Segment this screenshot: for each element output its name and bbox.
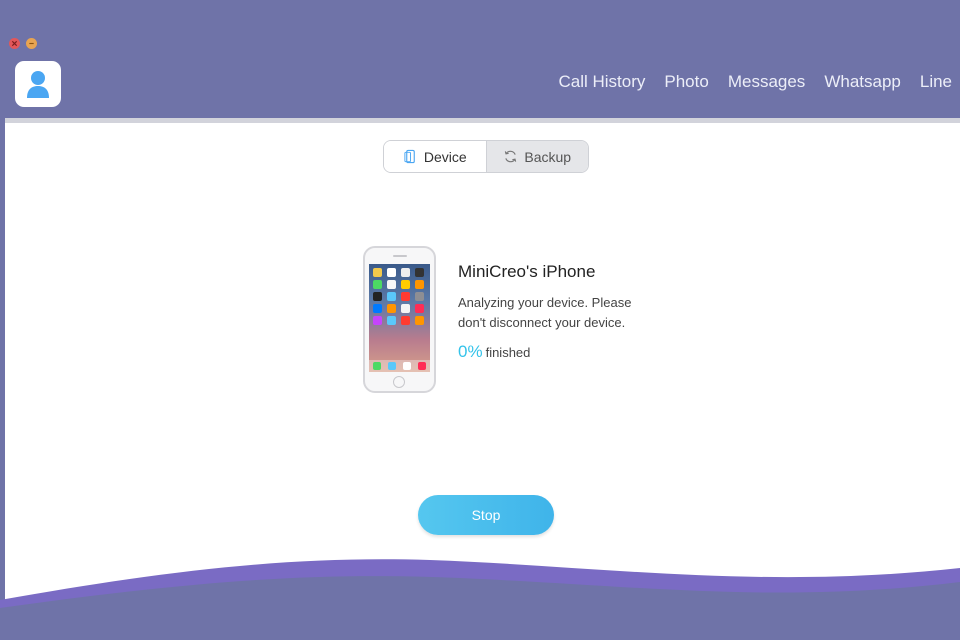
status-message: Analyzing your device. Please don't disc…: [458, 293, 658, 333]
window-controls: [9, 38, 37, 49]
stop-button[interactable]: Stop: [418, 495, 554, 535]
phone-dock: [369, 360, 430, 372]
tab-device-label: Device: [423, 148, 467, 165]
iphone-illustration: [363, 246, 436, 393]
mode-toggle: Device Backup: [383, 140, 589, 173]
nav-messages[interactable]: Messages: [728, 72, 805, 92]
nav-call-history[interactable]: Call History: [558, 72, 645, 92]
minimize-icon: [29, 42, 34, 45]
nav-line[interactable]: Line: [920, 72, 952, 92]
progress-label: finished: [485, 345, 531, 360]
app-logo: [15, 61, 61, 107]
decorative-wave: [0, 559, 960, 640]
tab-backup[interactable]: Backup: [485, 141, 588, 172]
tab-device[interactable]: Device: [384, 141, 486, 172]
device-info: MiniCreo's iPhone Analyzing your device.…: [458, 262, 658, 362]
sync-icon: [505, 150, 517, 163]
device-name: MiniCreo's iPhone: [458, 262, 596, 281]
status-line-2: don't disconnect your device.: [458, 315, 626, 330]
main-panel: Device Backup MiniCreo's iPhone Analyzin…: [5, 118, 960, 605]
phone-screen: [369, 264, 430, 372]
close-window-button[interactable]: [9, 38, 20, 49]
phone-icon: [404, 149, 415, 164]
tab-backup-label: Backup: [524, 148, 572, 165]
phone-home-button: [393, 376, 405, 388]
close-icon: [11, 40, 18, 47]
minimize-window-button[interactable]: [26, 38, 37, 49]
phone-speaker: [393, 255, 407, 257]
nav-photo[interactable]: Photo: [664, 72, 708, 92]
top-navigation: Call History Photo Messages Whatsapp Lin…: [539, 72, 960, 92]
user-icon: [27, 71, 49, 98]
nav-whatsapp[interactable]: Whatsapp: [824, 72, 901, 92]
status-line-1: Analyzing your device. Please: [458, 295, 632, 310]
progress-percent: 0%: [458, 342, 483, 361]
progress-status: 0% finished: [458, 342, 658, 362]
